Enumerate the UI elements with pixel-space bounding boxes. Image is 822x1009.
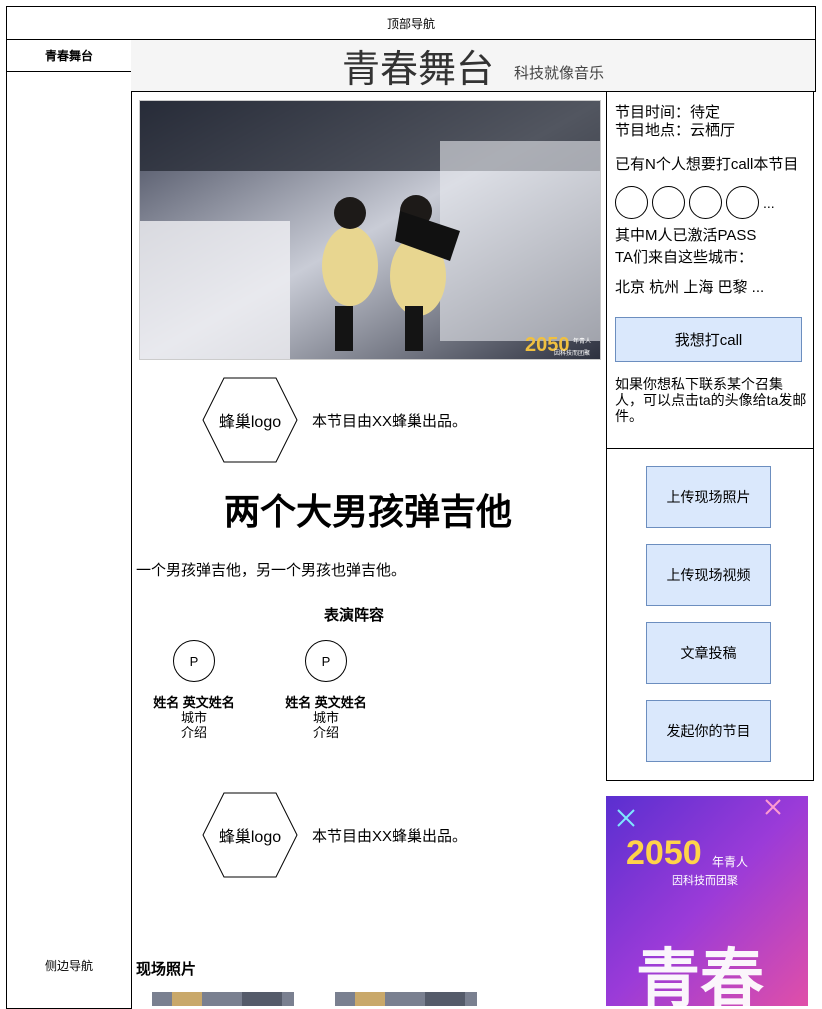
performer-intro: 介绍 [312, 725, 339, 740]
submit-article-button[interactable]: 文章投稿 [646, 622, 771, 684]
page-header: 青春舞台 科技就像音乐 [131, 39, 816, 92]
event-poster[interactable]: 2050 年青人 因科技而团聚 青春 [606, 796, 808, 1006]
program-time: 节目时间：待定 [615, 104, 721, 121]
poster-line-1: 年青人 [712, 855, 748, 869]
caller-avatar[interactable] [726, 186, 759, 219]
top-navigation[interactable]: 顶部导航 [6, 6, 816, 40]
call-button[interactable]: 我想打call [615, 317, 802, 362]
program-place: 节目地点：云栖厅 [615, 122, 736, 139]
lineup-title: 表演阵容 [323, 607, 384, 624]
cities-list: 北京 杭州 上海 巴黎 ... [615, 279, 765, 296]
performer-city: 城市 [180, 710, 207, 725]
performer-name: 姓名 英文姓名 [153, 695, 235, 710]
performer-avatar[interactable]: P [305, 640, 347, 682]
performer-card[interactable]: P 姓名 英文姓名 城市 介绍 [271, 640, 381, 740]
upload-video-button[interactable]: 上传现场视频 [646, 544, 771, 606]
contact-note: 如果你想私下联系某个召集人，可以点击ta的头像给ta发邮件。 [615, 376, 807, 424]
performer-city: 城市 [312, 710, 339, 725]
performer-name: 姓名 英文姓名 [285, 695, 367, 710]
more-callers[interactable]: ... [763, 195, 775, 211]
sidebar: 青春舞台 侧边导航 [6, 39, 132, 1009]
pass-count: 其中M人已激活PASS [615, 227, 757, 244]
performer-avatar[interactable]: P [173, 640, 215, 682]
producer-text: 本节目由XX蜂巢出品。 [312, 827, 468, 845]
performer-card[interactable]: P 姓名 英文姓名 城市 介绍 [139, 640, 249, 740]
photo-thumbnail[interactable] [152, 992, 294, 1006]
hive-logo-label: 蜂巢logo [218, 414, 282, 431]
hive-logo: 蜂巢logo [202, 377, 298, 463]
hive-logo: 蜂巢logo [202, 792, 298, 878]
program-description: 一个男孩弹吉他，另一个男孩也弹吉他。 [136, 562, 407, 579]
hero-overlay-sub-1: 年青人 [573, 337, 591, 345]
hive-logo-label: 蜂巢logo [218, 829, 282, 846]
hero-image: 2050 年青人 因科技而团聚 [139, 100, 601, 360]
hero-overlay-sub-2: 因科技而团聚 [554, 349, 590, 357]
program-info-panel: 节目时间：待定 节目地点：云栖厅 已有N个人想要打call本节目 ... 其中M… [606, 92, 814, 449]
program-title: 两个大男孩弹吉他 [223, 491, 512, 532]
producer-row: 蜂巢logo 本节目由XX蜂巢出品。 [202, 792, 467, 878]
call-count: 已有N个人想要打call本节目 [615, 156, 799, 173]
poster-brand: 青春 [636, 944, 764, 1006]
poster-2050: 2050 [626, 834, 702, 872]
sidebar-title[interactable]: 青春舞台 [7, 39, 131, 72]
upload-photo-button[interactable]: 上传现场照片 [646, 466, 771, 528]
photo-thumbnail[interactable] [335, 992, 477, 1006]
caller-avatar[interactable] [689, 186, 722, 219]
caller-avatar[interactable] [615, 186, 648, 219]
caller-avatar[interactable] [652, 186, 685, 219]
photos-title: 现场照片 [136, 961, 197, 978]
page-subtitle: 科技就像音乐 [514, 65, 605, 82]
actions-panel: 上传现场照片 上传现场视频 文章投稿 发起你的节目 [606, 448, 814, 781]
producer-row: 蜂巢logo 本节目由XX蜂巢出品。 [202, 377, 467, 463]
create-program-button[interactable]: 发起你的节目 [646, 700, 771, 762]
performer-intro: 介绍 [180, 725, 207, 740]
sidebar-nav-label[interactable]: 侧边导航 [7, 957, 131, 974]
page-title: 青春舞台 [341, 49, 494, 91]
cities-label: TA们来自这些城市： [615, 249, 754, 266]
poster-line-2: 因科技而团聚 [672, 873, 738, 887]
top-nav-label: 顶部导航 [386, 16, 435, 31]
caller-avatars: ... [615, 186, 813, 219]
producer-text: 本节目由XX蜂巢出品。 [312, 412, 468, 430]
